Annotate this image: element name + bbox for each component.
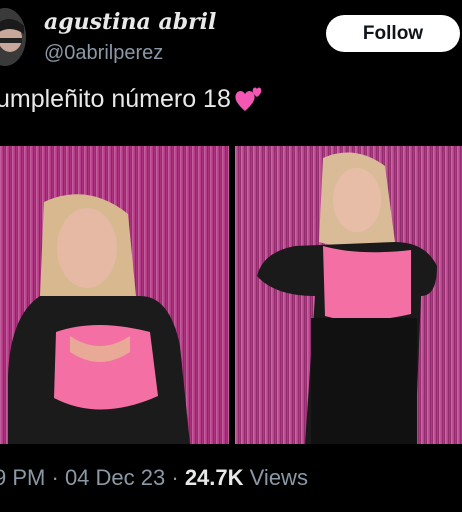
tweet-time[interactable]: 9 PM bbox=[0, 465, 45, 490]
tweet-photo-right[interactable] bbox=[235, 146, 462, 444]
avatar[interactable] bbox=[0, 8, 26, 66]
avatar-image bbox=[0, 8, 26, 66]
follow-button[interactable]: Follow bbox=[326, 15, 460, 52]
user-handle[interactable]: @0abrilperez bbox=[44, 42, 163, 65]
tweet-header: agustina abril @0abrilperez Follow bbox=[0, 0, 462, 72]
tweet-text-content: umpleñito número 18 bbox=[0, 84, 231, 113]
views-count[interactable]: 24.7K bbox=[185, 465, 244, 490]
views-label: Views bbox=[249, 465, 308, 490]
tweet-metadata: 9 PM · 04 Dec 23 · 24.7K Views bbox=[0, 465, 308, 491]
tweet-text: umpleñito número 18 bbox=[0, 84, 265, 114]
pink-hearts-emoji-icon bbox=[233, 84, 265, 114]
display-name[interactable]: agustina abril bbox=[44, 9, 216, 35]
meta-separator: · bbox=[171, 465, 179, 490]
meta-separator: · bbox=[51, 465, 59, 490]
tweet-date[interactable]: 04 Dec 23 bbox=[65, 465, 165, 490]
tweet-photo-left[interactable] bbox=[0, 146, 229, 444]
